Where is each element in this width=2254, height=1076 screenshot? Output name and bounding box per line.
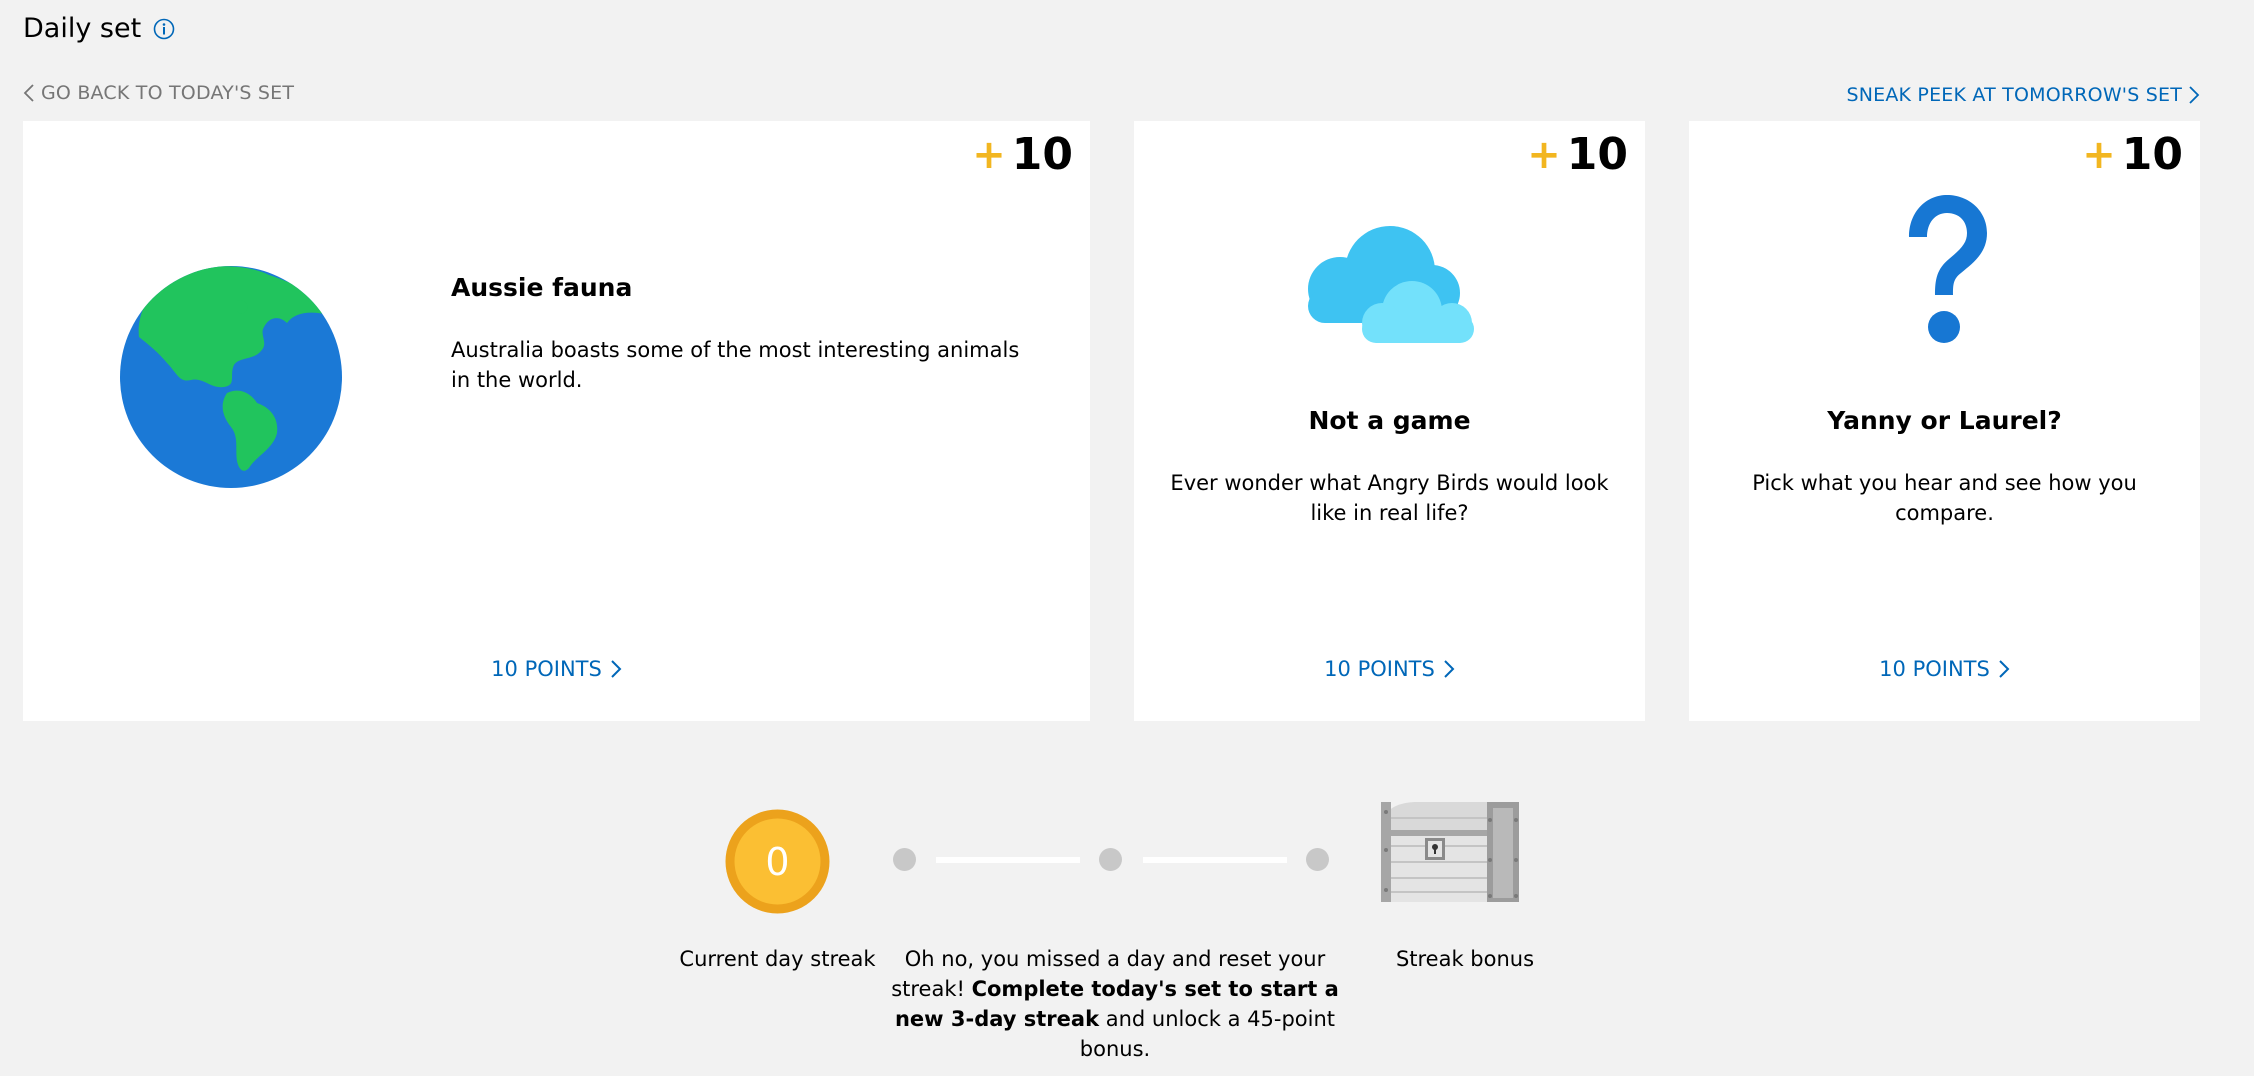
- page-title: Daily set: [23, 13, 142, 44]
- points-value: 10: [2121, 129, 2183, 180]
- current-streak-label: Current day streak: [679, 947, 876, 971]
- points-link[interactable]: 10 POINTS: [23, 657, 1090, 681]
- points-link-label: 10 POINTS: [1324, 657, 1435, 681]
- card-title: Yanny or Laurel?: [1827, 406, 2062, 435]
- streak-dot: [893, 848, 916, 871]
- card-yanny-or-laurel[interactable]: + 10 Yanny or Laurel? Pick what you hear…: [1689, 121, 2200, 721]
- card-description: Australia boasts some of the most intere…: [451, 338, 1020, 392]
- streak-message: Oh no, you missed a day and reset your s…: [880, 944, 1350, 1064]
- points-link-label: 10 POINTS: [1879, 657, 1990, 681]
- streak-connector: [1143, 857, 1287, 863]
- card-aussie-fauna[interactable]: + 10 Aussie fauna Australia boasts some …: [23, 121, 1090, 721]
- chevron-right-icon: [1998, 659, 2010, 679]
- streak-dot: [1099, 848, 1122, 871]
- points-value: 10: [1566, 129, 1628, 180]
- points-link[interactable]: 10 POINTS: [1134, 657, 1645, 681]
- streak-coin: 0: [724, 808, 831, 915]
- card-content: Aussie fauna Australia boasts some of th…: [451, 271, 1041, 395]
- streak-dot: [1306, 848, 1329, 871]
- chevron-right-icon: [2188, 85, 2200, 105]
- card-content: Yanny or Laurel? Pick what you hear and …: [1689, 404, 2200, 528]
- streak-message-end: and unlock a 45-point bonus.: [1079, 1007, 1336, 1061]
- sneak-peek-label: SNEAK PEEK AT TOMORROW'S SET: [1846, 84, 2182, 106]
- streak-bonus-label: Streak bonus: [1395, 947, 1535, 971]
- card-description: Pick what you hear and see how you compa…: [1752, 471, 2137, 525]
- card-content: Not a game Ever wonder what Angry Birds …: [1134, 404, 1645, 528]
- page-header: Daily set: [23, 12, 175, 46]
- globe-icon: [119, 265, 343, 489]
- sneak-peek-link[interactable]: SNEAK PEEK AT TOMORROW'S SET: [1846, 84, 2200, 106]
- points-badge: + 10: [972, 129, 1073, 181]
- cloud-icon: [1302, 219, 1478, 345]
- plus-icon: +: [972, 132, 1006, 178]
- back-link-label: GO BACK TO TODAY'S SET: [41, 82, 295, 104]
- chevron-left-icon: [23, 83, 35, 103]
- daily-set-page: Daily set GO BACK TO TODAY'S SET SNEAK P…: [0, 0, 2254, 1076]
- chevron-right-icon: [1443, 659, 1455, 679]
- points-badge: + 10: [1527, 129, 1628, 181]
- streak-connector: [936, 857, 1080, 863]
- plus-icon: +: [1527, 132, 1561, 178]
- info-icon[interactable]: [153, 18, 175, 40]
- treasure-chest-icon: [1377, 800, 1523, 904]
- points-link[interactable]: 10 POINTS: [1689, 657, 2200, 681]
- back-to-today-link[interactable]: GO BACK TO TODAY'S SET: [23, 82, 294, 104]
- question-mark-icon: [1895, 191, 1995, 351]
- card-title: Not a game: [1308, 406, 1471, 435]
- card-title: Aussie fauna: [451, 273, 633, 302]
- points-badge: + 10: [2082, 129, 2183, 181]
- chevron-right-icon: [610, 659, 622, 679]
- plus-icon: +: [2082, 132, 2116, 178]
- streak-count: 0: [765, 840, 789, 884]
- points-value: 10: [1011, 129, 1073, 180]
- card-not-a-game[interactable]: + 10 Not a game Ever wonder what Angry B…: [1134, 121, 1645, 721]
- card-description: Ever wonder what Angry Birds would look …: [1170, 471, 1609, 525]
- points-link-label: 10 POINTS: [491, 657, 602, 681]
